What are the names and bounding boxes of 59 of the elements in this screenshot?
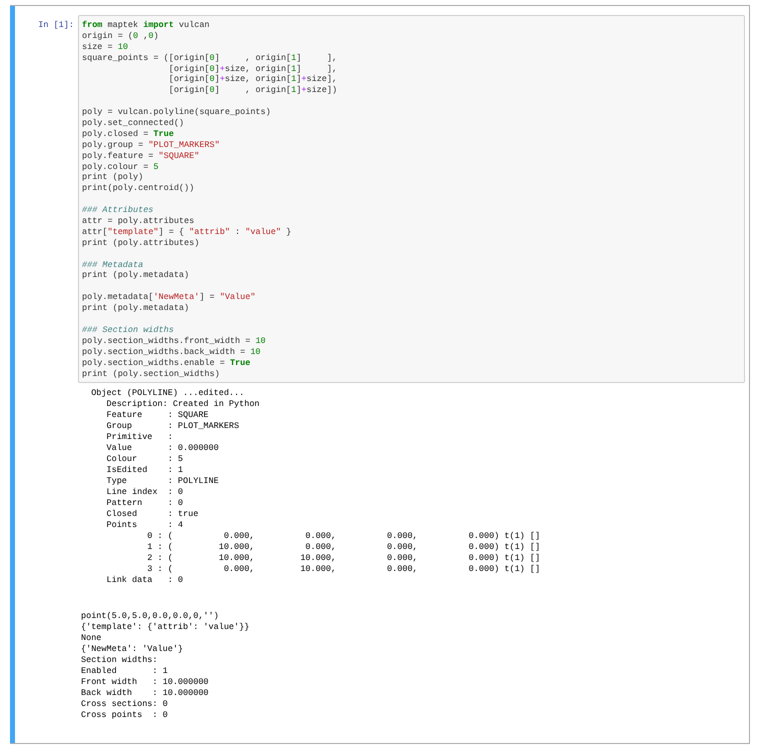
output-line: 3 : ( 0.000, 10.000, 0.000, 0.000) t(1) []	[146, 564, 542, 576]
code-line: print(poly.centroid())	[82, 183, 196, 194]
code-line: poly.metadata['NewMeta'] = "Value"	[82, 292, 256, 304]
code-line: poly.closed = True	[82, 128, 175, 140]
output-line: Front width : 10.000000	[81, 677, 210, 688]
output-line: Group : PLOT_MARKERS	[106, 421, 240, 432]
output-line: Pattern : 0	[106, 498, 184, 510]
output-line: Points : 4	[106, 520, 184, 532]
code-line: ### Attributes	[82, 205, 154, 216]
code-line: poly.group = "PLOT_MARKERS"	[82, 140, 221, 151]
output-line: Colour : 5	[106, 454, 184, 466]
output-line: Description: Created in Python	[106, 399, 261, 410]
code-line: size = 10	[82, 42, 129, 53]
code-line: [origin[0]+size, origin[1] ],	[168, 64, 338, 74]
output-line: None	[81, 633, 102, 644]
code-line: poly.set_connected()	[82, 118, 186, 129]
code-line: square_points = ([origin[0] , origin[1] ],	[82, 52, 338, 64]
code-line: [origin[0]+size, origin[1]+size],	[168, 74, 338, 86]
code-line: print (poly.section_widths)	[82, 368, 221, 380]
output-line: {'template': {'attrib': 'value'}}	[81, 622, 250, 634]
output-line: Primitive :	[106, 432, 174, 444]
code-line: poly.section_widths.front_width = 10	[82, 336, 267, 347]
output-line: Type : POLYLINE	[106, 476, 220, 488]
output-line: Line index : 0	[106, 487, 184, 498]
output-line: Feature : SQUARE	[106, 410, 210, 422]
output-line: Closed : true	[106, 509, 200, 520]
code-line: from maptek import vulcan	[82, 20, 211, 31]
output-line: 2 : ( 10.000, 10.000, 0.000, 0.000) t(1) []	[146, 553, 542, 564]
code-input-area[interactable]	[78, 15, 745, 384]
notebook-cell[interactable]	[10, 5, 750, 744]
code-line: poly.colour = 5	[82, 162, 160, 172]
code-line: poly.section_widths.back_width = 10	[82, 346, 262, 358]
code-line: poly = vulcan.polyline(square_points)	[82, 107, 272, 118]
code-line: print (poly)	[82, 172, 144, 184]
output-line: Enabled : 1	[81, 666, 169, 678]
code-line: poly.section_widths.enable = True	[82, 358, 252, 368]
output-line: 0 : ( 0.000, 0.000, 0.000, 0.000) t(1) []	[146, 531, 542, 542]
output-line: IsEdited : 1	[106, 465, 184, 476]
output-line: Link data : 0	[106, 575, 184, 586]
output-line: Cross sections: 0	[81, 699, 169, 710]
output-line: Section widths:	[81, 655, 159, 666]
output-line: Cross points : 0	[81, 710, 169, 722]
code-line: attr["template"] = { "attrib" : "value" }	[82, 226, 292, 238]
output-line: 1 : ( 10.000, 0.000, 0.000, 0.000) t(1) []	[146, 542, 542, 554]
output-line: point(5.0,5.0,0.0,0.0,0,'')	[81, 611, 220, 622]
prompt-label: In [1]:	[38, 20, 74, 31]
code-line: [origin[0] , origin[1]+size])	[168, 85, 338, 96]
output-line: Value : 0.000000	[106, 443, 220, 454]
code-line: ### Metadata	[82, 260, 144, 270]
code-line: print (poly.metadata)	[82, 303, 190, 314]
output-line: {'NewMeta': 'Value'}	[81, 644, 184, 656]
code-line: ### Section widths	[82, 324, 175, 336]
code-line: poly.feature = "SQUARE"	[82, 150, 200, 162]
code-line: attr = poly.attributes	[82, 216, 196, 227]
code-line: print (poly.metadata)	[82, 270, 190, 282]
code-line: print (poly.attributes)	[82, 238, 200, 249]
output-line: Back width : 10.000000	[81, 688, 210, 700]
output-line: Object (POLYLINE) ...edited...	[90, 388, 246, 400]
code-line: origin = (0 ,0)	[82, 30, 160, 42]
